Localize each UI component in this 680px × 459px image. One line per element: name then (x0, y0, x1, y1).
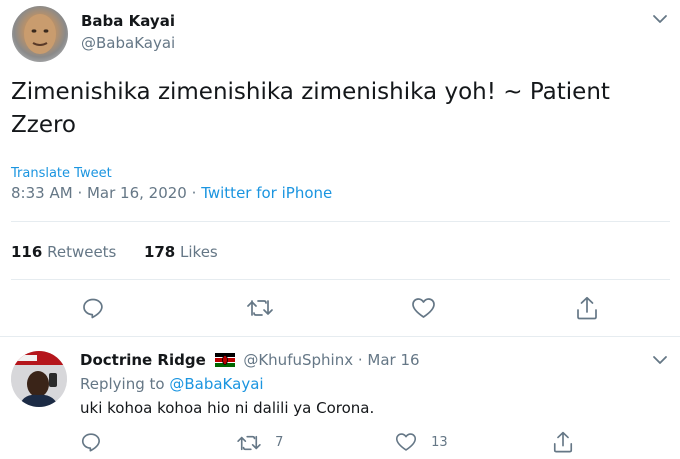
reply-text: uki kohoa kohoa hio ni dalili ya Corona. (80, 399, 375, 417)
reply-author-avatar[interactable] (11, 351, 67, 407)
like-icon (395, 433, 417, 451)
tweet-meta: 8:33 AM · Mar 16, 2020 · Twitter for iPh… (11, 184, 332, 202)
divider (11, 221, 670, 222)
author-handle[interactable]: @BabaKayai (81, 34, 175, 52)
replying-prefix: Replying to (80, 375, 165, 393)
meta-separator: · (77, 184, 87, 202)
share-icon[interactable] (552, 430, 574, 454)
divider (0, 336, 680, 337)
replying-to: Replying to @BabaKayai (80, 375, 264, 393)
likes-label: Likes (180, 243, 218, 261)
replying-handle[interactable]: @BabaKayai (169, 375, 263, 393)
tweet-date[interactable]: Mar 16, 2020 (87, 184, 187, 202)
retweet-icon (237, 435, 261, 450)
kenya-flag-icon (214, 353, 235, 367)
meta-separator: · (357, 351, 368, 369)
divider (11, 279, 670, 280)
reply-author-name[interactable]: Doctrine Ridge (80, 351, 206, 369)
reply-like-action[interactable]: 13 (395, 431, 448, 453)
reply-header: Doctrine Ridge @KhufuSphinx · Mar 16 (80, 351, 420, 369)
retweets-stat[interactable]: 116 Retweets (11, 243, 121, 261)
retweets-label: Retweets (47, 243, 117, 261)
likes-stat[interactable]: 178 Likes (144, 243, 218, 261)
chevron-down-icon[interactable] (652, 12, 668, 26)
reply-date[interactable]: Mar 16 (367, 351, 419, 369)
like-icon[interactable] (411, 296, 436, 320)
reply-icon[interactable] (81, 296, 105, 320)
reply-author-handle[interactable]: @KhufuSphinx (243, 351, 353, 369)
retweets-count: 116 (11, 243, 43, 261)
reply-retweet-count: 7 (275, 435, 284, 450)
meta-separator: · (191, 184, 202, 202)
author-name[interactable]: Baba Kayai (81, 12, 175, 30)
likes-count: 178 (143, 243, 176, 261)
tweet-text: Zimenishika zimenishika zimenishika yoh!… (11, 79, 610, 138)
reply-retweet-action[interactable]: 7 (236, 432, 283, 453)
reply-icon[interactable] (80, 431, 102, 453)
retweet-icon[interactable] (246, 297, 274, 319)
reply-like-count: 13 (431, 434, 448, 450)
translate-tweet-link[interactable]: Translate Tweet (11, 166, 112, 181)
share-icon[interactable] (575, 295, 599, 321)
chevron-down-icon[interactable] (652, 353, 668, 367)
tweet-stats: 116 Retweets 178 Likes (11, 243, 218, 261)
tweet-client[interactable]: Twitter for iPhone (201, 184, 332, 202)
author-avatar[interactable] (12, 6, 68, 62)
tweet-time[interactable]: 8:33 AM (11, 184, 73, 202)
